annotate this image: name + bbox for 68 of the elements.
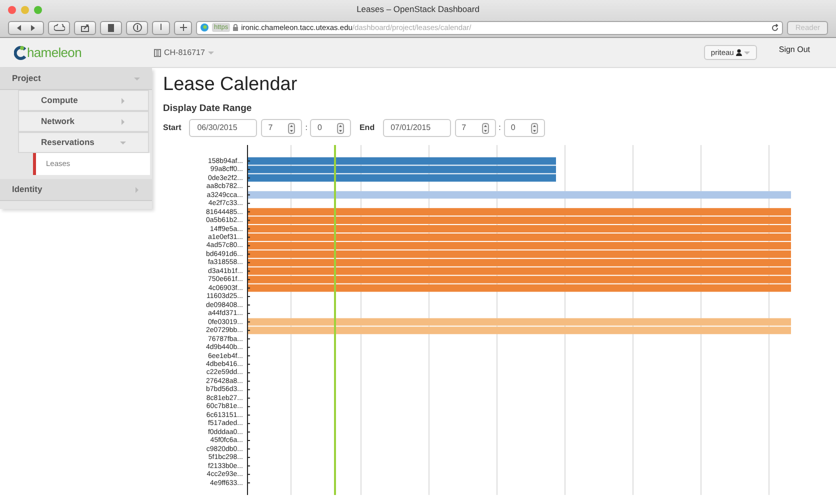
window-title: Leases – OpenStack Dashboard xyxy=(356,3,480,16)
time-separator: : xyxy=(305,122,308,134)
number-field[interactable]: 7 xyxy=(454,119,496,137)
sidebar-item[interactable]: Network xyxy=(18,111,149,132)
lease-bar[interactable] xyxy=(248,242,791,250)
section-heading: Display Date Range xyxy=(163,102,253,116)
range-label: Start xyxy=(163,122,182,134)
caret-right-icon xyxy=(120,118,126,124)
logo-mark-icon xyxy=(14,46,27,60)
spinner-icon xyxy=(288,122,296,134)
minimize-window-icon[interactable] xyxy=(21,6,29,14)
project-selector[interactable]: CH-816717 xyxy=(154,46,214,58)
user-icon xyxy=(736,49,742,56)
lease-bar[interactable] xyxy=(248,276,791,284)
circle-icon xyxy=(132,23,142,32)
bookmarks-button[interactable] xyxy=(100,20,122,34)
lease-bar[interactable] xyxy=(248,284,791,292)
number-field[interactable]: 0 xyxy=(310,119,352,137)
caret-right-icon xyxy=(120,98,126,104)
date-field[interactable]: 06/30/2015 xyxy=(189,119,258,137)
sidebar-item[interactable]: Compute xyxy=(18,90,149,111)
extension-button[interactable] xyxy=(126,20,148,34)
lease-bar[interactable] xyxy=(248,166,556,174)
lease-bar[interactable] xyxy=(248,174,556,182)
lease-bar[interactable] xyxy=(248,216,791,224)
date-field[interactable]: 07/01/2015 xyxy=(382,119,451,137)
sidebar-item[interactable]: Project xyxy=(0,68,152,90)
lease-bar[interactable] xyxy=(248,318,791,326)
plus-icon xyxy=(180,24,186,31)
caret-right-icon xyxy=(134,186,140,192)
lease-bar[interactable] xyxy=(248,208,791,216)
page-title: Lease Calendar xyxy=(163,73,298,97)
time-separator: : xyxy=(498,122,501,134)
server-icon xyxy=(154,48,161,56)
site-icon xyxy=(200,23,209,32)
range-label: End xyxy=(359,122,375,134)
lease-bar[interactable] xyxy=(248,157,556,165)
spinner-icon xyxy=(530,122,538,134)
caret-down-icon xyxy=(744,50,750,56)
sidebar-item[interactable]: Identity xyxy=(0,179,152,201)
caret-down-icon xyxy=(120,140,126,146)
share-button[interactable] xyxy=(74,20,96,34)
arrows-icon xyxy=(16,24,36,30)
back-forward-button[interactable] xyxy=(8,20,44,34)
share-icon xyxy=(80,24,90,32)
zoom-window-icon[interactable] xyxy=(34,6,42,14)
reload-icon[interactable] xyxy=(771,24,780,32)
logo-text: hameleon xyxy=(27,44,82,62)
lease-bar[interactable] xyxy=(248,250,791,258)
number-field[interactable]: 7 xyxy=(261,119,302,137)
caret-down-icon xyxy=(208,50,214,56)
close-window-icon[interactable] xyxy=(8,6,16,14)
new-tab-button[interactable] xyxy=(174,20,192,34)
cloud-icon xyxy=(54,24,64,31)
lease-bar[interactable] xyxy=(248,267,791,275)
spinner-icon xyxy=(482,122,489,134)
caret-down-icon xyxy=(134,76,140,82)
book-icon xyxy=(108,24,114,32)
extension-button[interactable]: I xyxy=(152,20,170,34)
sidebar-item[interactable]: Reservations xyxy=(18,132,149,153)
sign-out-link[interactable]: Sign Out xyxy=(778,44,810,56)
lease-bar[interactable] xyxy=(248,258,791,266)
cloud-button[interactable] xyxy=(48,20,70,34)
spinner-icon xyxy=(337,122,344,134)
lock-icon xyxy=(233,24,238,31)
number-field[interactable]: 0 xyxy=(504,119,545,137)
lease-bar[interactable] xyxy=(248,191,791,199)
lease-bar[interactable] xyxy=(248,326,791,334)
